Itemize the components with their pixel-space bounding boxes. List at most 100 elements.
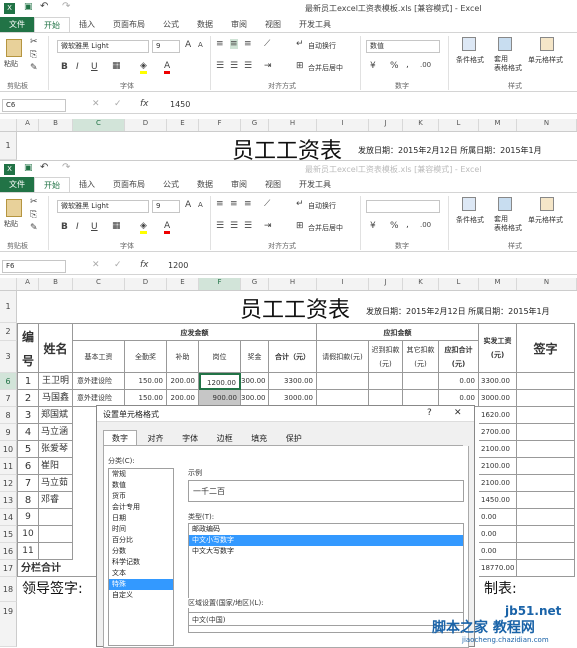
- align-right-icon[interactable]: ☰: [244, 61, 252, 71]
- tab-data[interactable]: 数据: [188, 177, 222, 192]
- column-header[interactable]: H: [269, 119, 317, 131]
- grow-font-icon[interactable]: A: [185, 40, 191, 50]
- row-header[interactable]: 14: [0, 509, 17, 526]
- font-color-button[interactable]: A: [164, 61, 171, 74]
- table-row-no[interactable]: 5: [17, 441, 39, 458]
- row-header[interactable]: 6: [0, 373, 17, 390]
- column-header[interactable]: B: [39, 278, 73, 290]
- column-header[interactable]: G: [241, 278, 269, 290]
- currency-icon[interactable]: ¥: [370, 221, 376, 231]
- undo-icon[interactable]: ↶: [40, 1, 48, 12]
- paste-icon[interactable]: [6, 199, 22, 217]
- column-header[interactable]: M: [479, 119, 517, 131]
- table-row-no[interactable]: 4: [17, 424, 39, 441]
- column-header[interactable]: N: [517, 278, 577, 290]
- font-color-button[interactable]: A: [164, 221, 171, 234]
- locale-select[interactable]: 中文(中国): [188, 612, 464, 626]
- underline-button[interactable]: U: [91, 62, 98, 72]
- cut-icon[interactable]: ✂: [30, 37, 38, 47]
- table-row-name[interactable]: 马立茹: [39, 475, 73, 492]
- tab-file[interactable]: 文件: [0, 177, 34, 192]
- column-header[interactable]: E: [167, 119, 199, 131]
- table-row-no[interactable]: 10: [17, 526, 39, 543]
- column-header[interactable]: C: [73, 119, 125, 131]
- table-row-sub[interactable]: 200.00: [167, 373, 199, 390]
- row-header[interactable]: 7: [0, 390, 17, 407]
- wrap-text-icon[interactable]: ↵: [296, 199, 304, 209]
- table-row-name[interactable]: 邓睿: [39, 492, 73, 509]
- conditional-format-icon[interactable]: [462, 37, 476, 51]
- list-item[interactable]: 自定义: [109, 590, 173, 601]
- number-format-combo[interactable]: 数值: [366, 40, 440, 53]
- column-header[interactable]: I: [317, 278, 369, 290]
- merge-center-button[interactable]: 合并后居中: [308, 63, 343, 73]
- wrap-text-button[interactable]: 自动换行: [308, 41, 336, 51]
- column-header[interactable]: D: [125, 119, 167, 131]
- format-painter-icon[interactable]: ✎: [30, 63, 38, 73]
- column-header[interactable]: D: [125, 278, 167, 290]
- row-header[interactable]: 11: [0, 458, 17, 475]
- table-format-icon[interactable]: [498, 37, 512, 51]
- table-format-button[interactable]: 套用 表格格式: [494, 55, 522, 73]
- format-painter-icon[interactable]: ✎: [30, 223, 38, 233]
- tab-formulas[interactable]: 公式: [154, 17, 188, 32]
- copy-icon[interactable]: ⎘: [30, 50, 37, 60]
- save-icon[interactable]: ▣: [24, 163, 33, 173]
- list-item[interactable]: 常规: [109, 469, 173, 480]
- column-header[interactable]: A: [17, 119, 39, 131]
- merge-icon[interactable]: ⊞: [296, 221, 304, 231]
- indent-icon[interactable]: ⇥: [264, 61, 272, 71]
- table-row-no[interactable]: 11: [17, 543, 39, 560]
- align-top-icon[interactable]: ≡: [216, 39, 224, 49]
- row-header[interactable]: 1: [0, 291, 17, 323]
- align-middle-icon[interactable]: ≡: [230, 199, 238, 209]
- category-list[interactable]: 常规 数值 货币 会计专用 日期 时间 百分比 分数 科学记数 文本 特殊 自定…: [108, 468, 174, 646]
- column-header[interactable]: N: [517, 119, 577, 131]
- comma-button[interactable]: ,: [406, 60, 409, 70]
- fill-color-icon[interactable]: ◈: [140, 221, 147, 234]
- tab-view[interactable]: 视图: [256, 177, 290, 192]
- tab-view[interactable]: 视图: [256, 17, 290, 32]
- column-header[interactable]: G: [241, 119, 269, 131]
- font-name-combo[interactable]: 微软雅黑 Light: [57, 40, 149, 53]
- row-header[interactable]: 10: [0, 441, 17, 458]
- row-header[interactable]: 15: [0, 526, 17, 543]
- tab-review[interactable]: 审阅: [222, 177, 256, 192]
- percent-button[interactable]: %: [390, 61, 399, 71]
- subtotal-net[interactable]: 18770.00: [479, 560, 517, 577]
- list-item-selected[interactable]: 中文小写数字: [189, 535, 463, 546]
- column-header[interactable]: I: [317, 119, 369, 131]
- wrap-text-icon[interactable]: ↵: [296, 39, 304, 49]
- shrink-font-icon[interactable]: A: [198, 41, 203, 49]
- row-header[interactable]: 9: [0, 424, 17, 441]
- align-bottom-icon[interactable]: ≡: [244, 39, 252, 49]
- list-item[interactable]: 日期: [109, 513, 173, 524]
- copy-icon[interactable]: ⎘: [30, 210, 37, 220]
- percent-button[interactable]: %: [390, 221, 399, 231]
- align-left-icon[interactable]: ☰: [216, 61, 224, 71]
- align-bottom-icon[interactable]: ≡: [244, 199, 252, 209]
- italic-button[interactable]: I: [76, 222, 79, 232]
- table-row-no[interactable]: 6: [17, 458, 39, 475]
- formula-input[interactable]: 1450: [170, 100, 190, 109]
- column-header[interactable]: F: [199, 119, 241, 131]
- fill-color-icon[interactable]: ◈: [140, 61, 147, 74]
- name-box[interactable]: C6: [2, 99, 66, 112]
- row-header[interactable]: 18: [0, 577, 17, 602]
- table-row-net[interactable]: 2100.00: [479, 441, 517, 458]
- table-row-net[interactable]: 3300.00: [479, 373, 517, 390]
- grow-font-icon[interactable]: A: [185, 200, 191, 210]
- cell-style-button[interactable]: 单元格样式: [528, 55, 563, 65]
- column-header[interactable]: M: [479, 278, 517, 290]
- table-row-no[interactable]: 8: [17, 492, 39, 509]
- table-row-name[interactable]: 郑国斌: [39, 407, 73, 424]
- table-row-name[interactable]: 马国鑫: [39, 390, 73, 407]
- table-row-net[interactable]: 0.00: [479, 543, 517, 560]
- orientation-icon[interactable]: ⟋: [264, 39, 270, 49]
- formula-input[interactable]: 1200: [168, 261, 188, 270]
- tab-page-layout[interactable]: 页面布局: [104, 177, 154, 192]
- tab-page-layout[interactable]: 页面布局: [104, 17, 154, 32]
- cancel-formula-icon[interactable]: ✕: [92, 99, 100, 109]
- tab-border[interactable]: 边框: [209, 431, 241, 446]
- row-header[interactable]: 8: [0, 407, 17, 424]
